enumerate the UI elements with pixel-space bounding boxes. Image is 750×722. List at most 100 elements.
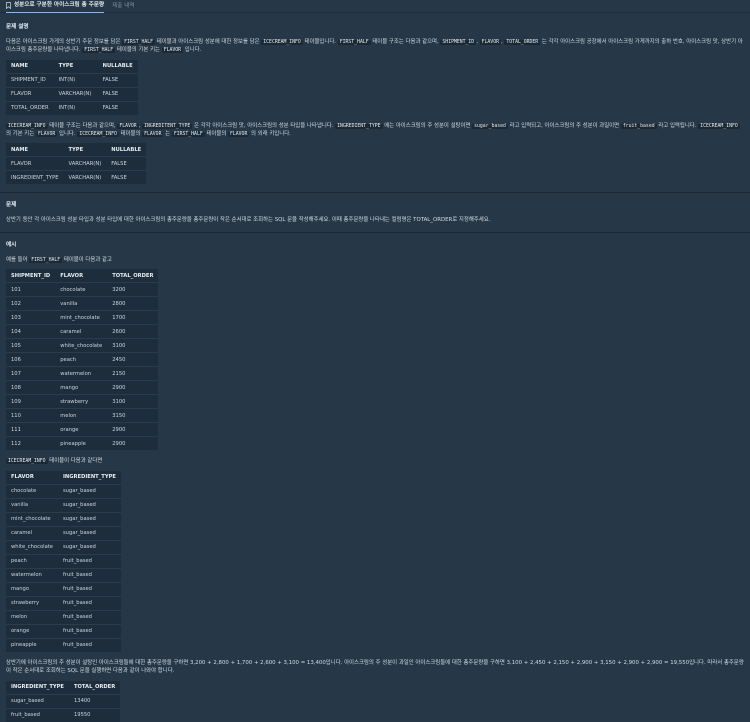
inline-code: TOTAL_ORDER [504,39,541,45]
table-cell: white_chocolate [6,539,58,555]
table-cell: fruit_based [57,567,121,583]
text-segment: 테이블의 [118,130,143,137]
table-cell: 105 [6,338,56,353]
table-cell: fruit_based [57,623,121,639]
example-table-first-half: SHIPMENT_ID FLAVOR TOTAL_ORDER 101 chocolate… [6,269,159,451]
tab-submissions[interactable]: 제출 내역 [112,0,134,12]
table-row: INGREDIENT_TYPE VARCHAR(N) FALSE [6,170,147,185]
text-segment: 테이블의 기본 키는 [115,47,162,54]
table-cell: watermelon [6,567,58,583]
table-cell: 102 [6,296,56,311]
inline-code: ICECREAM_INFO [77,131,119,137]
table-cell: 109 [6,394,56,409]
text-segment: 테이블 구조는 다음과 같으며, [47,122,118,129]
tab-problem[interactable]: 성분으로 구분한 아이스크림 총 주문량 [6,0,105,13]
table-row: white_chocolate sugar_based [6,539,121,555]
section-title-description: 문제 설명 [6,24,29,30]
text-segment: 예를 들어 [6,257,30,264]
text-segment: 은 각각 아이스크림 맛, 아이스크림의 성분 타입을 나타냅니다. [192,122,336,129]
column-header: TOTAL_ORDER [112,272,154,279]
column-header: NULLABLE [102,62,133,69]
inline-code: SHIPMENT_ID [440,39,477,45]
table-cell: 111 [6,422,56,437]
table-header-row: SHIPMENT_ID FLAVOR TOTAL_ORDER [6,269,158,283]
column-header: SHIPMENT_ID [11,272,51,279]
table-cell: white_chocolate [55,338,108,353]
example-explanation: 상반기에 아이스크림의 주 성분이 설탕인 아이스크림들에 대한 총주문량을 구… [6,659,744,675]
table-cell: INT(N) [53,100,98,115]
table-cell: 112 [6,436,56,451]
table-cell: fruit_based [57,595,121,611]
text-segment: 입니다. [57,130,78,137]
inline-code: INGREDITENT_TYPE [142,123,193,129]
table-cell: sugar_based [57,511,121,527]
result-table: INGREDIENT_TYPE TOTAL_ORDER sugar_based 134… [6,680,121,722]
text-segment: 테이블과 아이스크림 성분에 대한 정보를 담은 [155,38,262,45]
tab-problem-label: 성분으로 구분한 아이스크림 총 주문량 [14,2,105,9]
inline-code: ICECREAM_INFO [698,123,740,129]
table-row: 111 orange 2900 [6,422,159,437]
table-cell: chocolate [6,483,58,499]
table-row: FLAVOR VARCHAR(N) FALSE [6,86,138,101]
table-cell: INGREDIENT_TYPE [6,170,64,185]
text-segment: 테이블 구조는 다음과 같으며, [370,38,441,45]
column-header: FLAVOR [60,272,84,279]
table-row: 104 caramel 2600 [6,324,159,339]
table-cell: FALSE [97,72,138,87]
table-cell: pineapple [55,436,108,451]
table-cell: sugar_based [57,497,121,513]
table-cell: 2900 [107,422,159,437]
table-cell: FALSE [97,86,138,101]
column-header: FLAVOR [11,474,34,481]
text-segment: 라고 입력됩니다. [656,122,699,129]
table-cell: 13400 [68,693,121,709]
inline-code: fruit_based [620,123,657,129]
table-cell: fruit_based [57,637,121,652]
table-row: FLAVOR VARCHAR(N) FALSE [6,156,147,171]
table-row: 103 mint_chocolate 1700 [6,310,159,325]
section-title-example: 예시 [6,242,17,249]
table-row: caramel sugar_based [6,525,121,541]
table-row: pineapple fruit_based [6,637,121,652]
table-cell: orange [55,422,108,437]
tab-bar: 성분으로 구분한 아이스크림 총 주문량 제출 내역 [0,0,750,13]
table-cell: 2450 [107,352,159,367]
inline-code: FLAVOR [228,131,250,137]
column-header: NAME [11,62,29,69]
table-header-row: NAME TYPE NULLABLE [6,143,146,157]
table-cell: strawberry [55,394,108,409]
table-cell: SHIPMENT_ID [6,72,54,87]
table-cell: fruit_based [57,609,121,625]
table-cell: 3100 [107,394,159,409]
table-cell: FLAVOR [6,156,64,171]
text-segment: 테이블이 다음과 같다면 [47,458,103,465]
column-header: TYPE [68,146,84,153]
bookmark-icon[interactable] [6,2,11,9]
text-segment: 테이블이 다음과 같고 [62,257,112,264]
table-cell: orange [6,623,58,639]
table-cell: VARCHAR(N) [63,156,107,171]
text-segment: 테이블의 [204,130,228,137]
inline-code: FIRST_HALF [29,258,63,264]
column-header: TYPE [58,62,74,69]
table-row: orange fruit_based [6,623,121,639]
text-segment: 라고 입력되고, 아이스크림의 주 성분이 과일이면 [507,122,621,129]
table-cell: 3200 [107,282,159,297]
inline-code: sugar_based [472,123,508,129]
table-cell: FALSE [106,156,147,171]
table-header-row: FLAVOR INGREDIENT_TYPE [6,471,121,485]
table-cell: 19550 [68,707,121,722]
table-cell: mango [55,380,108,395]
problem-content: 문제 설명 다음은 아이스크림 가게의 상반기 주문 정보를 담은 FIRST_… [0,13,750,722]
table-cell: melon [6,609,58,625]
table-cell: 106 [6,352,56,367]
inline-code: ICECREAM_INFO [6,459,48,465]
inline-code: FLAVOR [479,39,501,45]
table-row: melon fruit_based [6,609,121,625]
table-cell: peach [55,352,108,367]
table-cell: mint_chocolate [6,511,58,527]
schema-table-first-half: NAME TYPE NULLABLE SHIPMENT_ID INT(N) FALSE FL… [6,59,138,115]
table-cell: 103 [6,310,56,325]
table-cell: watermelon [55,366,108,381]
table-cell: 2150 [107,366,159,381]
